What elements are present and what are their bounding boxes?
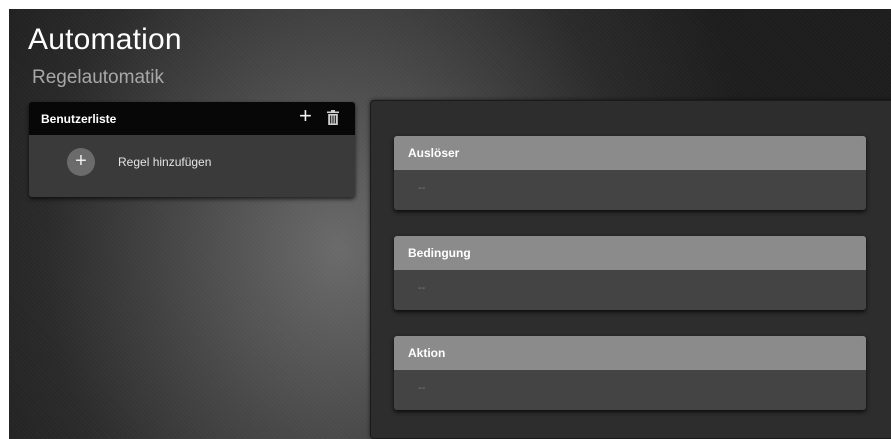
rule-editor-panel: Auslöser -- Bedingung -- Aktion -- <box>370 100 891 439</box>
action-card-body[interactable]: -- <box>394 370 866 410</box>
add-rule-button[interactable]: + Regel hinzufügen <box>67 148 211 176</box>
add-circle-icon[interactable]: + <box>67 148 95 176</box>
page-subtitle: Regelautomatik <box>32 67 165 88</box>
automation-app: Automation Regelautomatik Benutzerliste … <box>9 9 891 439</box>
condition-card-header: Bedingung <box>394 236 866 270</box>
action-value[interactable]: -- <box>418 382 425 394</box>
condition-card-body[interactable]: -- <box>394 270 866 310</box>
trigger-card-title: Auslöser <box>408 146 460 160</box>
action-card-header: Aktion <box>394 336 866 370</box>
action-card-title: Aktion <box>408 346 446 360</box>
add-rule-label[interactable]: Regel hinzufügen <box>118 155 211 169</box>
trigger-card: Auslöser -- <box>394 136 866 210</box>
condition-card: Bedingung -- <box>394 236 866 310</box>
rule-list-panel: Benutzerliste + + Regel hinzufügen <box>29 102 355 197</box>
condition-card-title: Bedingung <box>408 246 471 260</box>
action-card: Aktion -- <box>394 336 866 410</box>
page-title: Automation <box>28 23 182 56</box>
trigger-card-body[interactable]: -- <box>394 170 866 210</box>
rule-list-header: Benutzerliste + <box>29 102 355 135</box>
condition-value[interactable]: -- <box>418 282 425 294</box>
trigger-card-header: Auslöser <box>394 136 866 170</box>
plus-icon[interactable]: + <box>299 105 312 127</box>
trigger-value[interactable]: -- <box>418 182 425 194</box>
rule-list-title: Benutzerliste <box>41 112 117 126</box>
trash-icon[interactable] <box>327 110 339 125</box>
